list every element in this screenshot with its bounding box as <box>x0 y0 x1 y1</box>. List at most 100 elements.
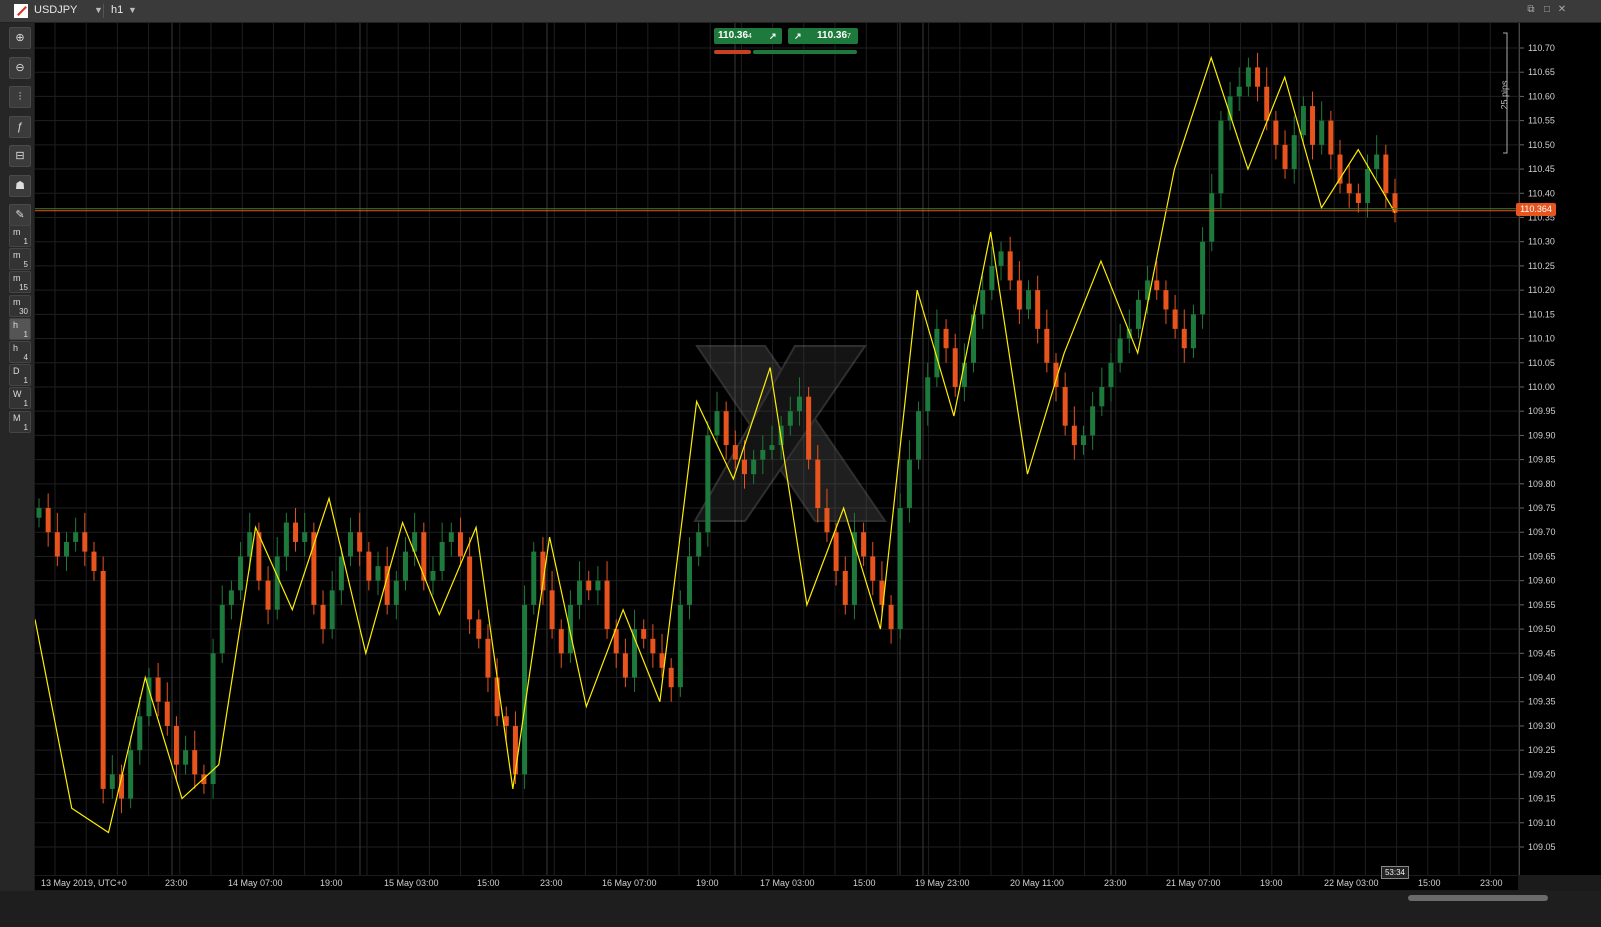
candle-body <box>100 570 106 789</box>
candle-body <box>760 449 766 460</box>
price-tick-label: 109.60 <box>1528 576 1556 586</box>
timeframe-selector[interactable]: h1 <box>111 4 123 16</box>
candle-body <box>238 556 244 591</box>
candle-body <box>1346 183 1352 194</box>
time-axis[interactable]: 13 May 2019, UTC+0 23:00 14 May 07:00 19:00… <box>35 876 1518 890</box>
candle-body <box>586 580 592 591</box>
timeframe-button-m30[interactable]: m 30 <box>9 294 31 317</box>
timeframe-number: 15 <box>19 283 28 293</box>
price-tick-label: 109.15 <box>1528 794 1556 804</box>
detach-icon[interactable]: ⧉ <box>1525 4 1537 16</box>
candle-body <box>558 629 564 654</box>
candle-body <box>677 604 683 688</box>
candle-body <box>503 716 509 726</box>
candle-body <box>128 750 134 799</box>
price-tick-label: 109.50 <box>1528 624 1556 634</box>
time-tick-label: 19:00 <box>696 878 719 888</box>
timeframe-button-m5[interactable]: m5 <box>9 248 31 271</box>
timeframe-number: 1 <box>23 237 28 246</box>
close-icon[interactable]: ✕ <box>1556 4 1568 16</box>
sell-arrow-icon: ↗ <box>769 31 777 41</box>
candle-body <box>329 590 335 630</box>
candle-body <box>824 508 830 533</box>
timeframe-button-m15[interactable]: m 15 <box>9 271 31 294</box>
timeframe-number: 30 <box>19 306 28 316</box>
candle-body <box>796 396 802 412</box>
timeframe-letter: m <box>13 227 21 237</box>
chart-canvas[interactable] <box>34 23 1518 875</box>
zoom-out-icon[interactable]: ⊖ <box>9 56 31 79</box>
candle-body <box>595 580 601 591</box>
cbot-icon[interactable]: ⊟ <box>9 145 31 167</box>
buy-arrow-icon: ↗ <box>794 31 802 41</box>
price-axis[interactable]: 110.70 110.65 110.60 110.55 110.50 110.45 110.… <box>1519 23 1601 875</box>
current-price-tag: 110.364 <box>1516 203 1556 216</box>
drawing-tools-icon[interactable]: ✎ <box>9 204 31 226</box>
buy-quote-button[interactable]: ↗ 110.367 <box>788 28 858 44</box>
title-bar: USDJPY ▼ h1 ▼ ⧉ □ ✕ <box>0 0 1601 23</box>
candle-body <box>320 604 326 630</box>
pips-scale-label: 25 pips <box>1499 80 1510 110</box>
candle-body <box>485 638 491 678</box>
timeframe-button-m1[interactable]: m1 <box>9 225 31 247</box>
candle-body <box>925 377 931 412</box>
timeframe-button-M1[interactable]: M1 <box>9 410 31 433</box>
sell-quote-button[interactable]: 110.364 ↗ <box>714 28 782 44</box>
candle-body <box>971 314 977 363</box>
candle-body <box>980 290 986 315</box>
timeframe-button-W1[interactable]: W1 <box>9 387 31 410</box>
chart-type-icon[interactable]: ⫶ <box>9 86 31 108</box>
price-tick-label: 109.65 <box>1528 551 1556 561</box>
candle-body <box>1255 67 1261 87</box>
candle-body <box>91 551 97 571</box>
candle-body <box>952 348 958 387</box>
price-tick-label: 110.70 <box>1528 43 1555 53</box>
candle-body <box>393 580 399 605</box>
candle-body <box>338 556 344 591</box>
timeframe-button-D1[interactable]: D1 <box>9 364 31 387</box>
candle-body <box>1328 120 1334 155</box>
candle-body <box>1365 169 1371 203</box>
horizontal-scrollbar[interactable] <box>1408 895 1548 901</box>
bid-price: 110.36 <box>718 30 749 41</box>
candle-body <box>219 604 225 654</box>
price-tick-label: 109.40 <box>1528 673 1556 683</box>
indicators-icon[interactable]: ƒ <box>9 115 31 138</box>
zigzag-indicator-line <box>34 55 1396 834</box>
timeframe-letter: W <box>13 389 22 400</box>
candle-body <box>283 522 289 557</box>
candle-body <box>1300 106 1306 136</box>
candle-body <box>943 328 949 349</box>
candle-body <box>1383 154 1389 194</box>
price-tick-label: 109.10 <box>1528 818 1556 828</box>
candle-body <box>494 677 500 717</box>
timeframe-button-h1[interactable]: h1 <box>9 317 31 340</box>
candle-body <box>54 532 60 557</box>
bottom-bar <box>0 891 1601 927</box>
price-chart[interactable] <box>34 23 1518 875</box>
price-tick-label: 109.30 <box>1528 721 1556 731</box>
timeframe-dropdown-icon[interactable]: ▼ <box>128 5 137 15</box>
symbol-selector[interactable]: USDJPY <box>34 4 77 16</box>
broker-logo-icon <box>14 4 28 18</box>
candle-body <box>1007 251 1013 281</box>
time-tick-label: 22 May 03:00 <box>1324 878 1379 888</box>
candle-body <box>1273 120 1279 145</box>
candle-body <box>302 532 308 542</box>
candle-body <box>861 532 867 557</box>
symbol-dropdown-icon[interactable]: ▼ <box>94 5 103 15</box>
candle-body <box>192 750 198 775</box>
price-tick-label: 109.25 <box>1528 745 1556 755</box>
zoom-in-icon[interactable]: ⊕ <box>9 27 31 49</box>
ask-pip-digit: 7 <box>847 33 851 40</box>
candle-body <box>833 532 839 571</box>
trader-icon[interactable]: ☗ <box>9 174 31 197</box>
timeframe-button-h4[interactable]: h4 <box>9 341 31 363</box>
candle-body <box>806 396 812 460</box>
candle-body <box>622 653 628 678</box>
candle-body <box>1200 241 1206 315</box>
candle-body <box>567 604 573 654</box>
maximize-icon[interactable]: □ <box>1541 4 1553 16</box>
candle-body <box>137 716 143 751</box>
candle-body <box>641 629 647 639</box>
